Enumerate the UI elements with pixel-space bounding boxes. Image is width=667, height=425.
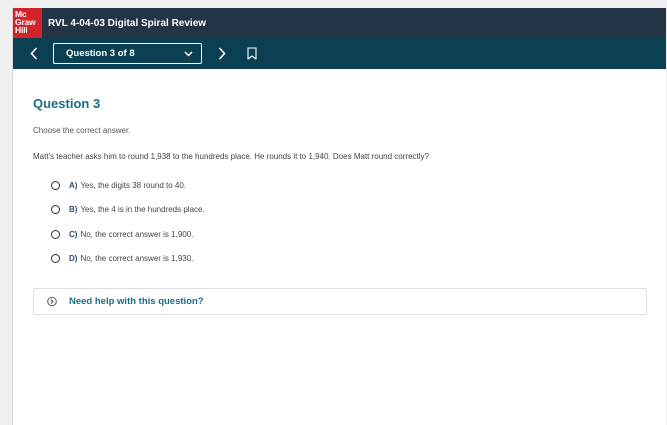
app-frame: Mc Graw Hill RVL 4-04-03 Digital Spiral … — [12, 8, 666, 425]
chevron-right-icon — [218, 47, 226, 60]
bookmark-button[interactable] — [241, 43, 263, 65]
next-question-button[interactable] — [211, 43, 233, 65]
app-header: Mc Graw Hill RVL 4-04-03 Digital Spiral … — [13, 8, 666, 38]
radio-button[interactable] — [51, 254, 60, 263]
option-letter: D) — [69, 254, 78, 263]
option-letter: B) — [69, 205, 78, 214]
question-title: Question 3 — [33, 96, 101, 111]
question-content: Question 3 Choose the correct answer. Ma… — [13, 96, 666, 315]
answer-options: A) Yes, the digits 38 round to 40. B) Ye… — [33, 178, 646, 266]
option-text: Yes, the digits 38 round to 40. — [80, 180, 187, 190]
chevron-down-icon — [184, 50, 193, 57]
question-selector-dropdown[interactable]: Question 3 of 8 — [53, 43, 202, 64]
option-text: Yes, the 4 is in the hundreds place. — [80, 205, 205, 214]
previous-question-button[interactable] — [23, 43, 45, 65]
answer-option-d[interactable]: D) No, the correct answer is 1,930. — [51, 252, 646, 266]
option-text: No, the correct answer is 1,930. — [80, 254, 194, 263]
logo-line-3: Hill — [15, 24, 28, 35]
option-letter: C) — [69, 229, 78, 239]
help-label: Need help with this question? — [69, 295, 204, 307]
radio-button[interactable] — [51, 205, 60, 214]
answer-option-a[interactable]: A) Yes, the digits 38 round to 40. — [51, 178, 646, 192]
question-selector-value: Question 3 of 8 — [66, 48, 135, 59]
question-instruction: Choose the correct answer. — [33, 126, 131, 135]
mcgraw-hill-logo: Mc Graw Hill — [13, 8, 42, 38]
assignment-title: RVL 4-04-03 Digital Spiral Review — [48, 17, 207, 29]
radio-button[interactable] — [51, 180, 60, 190]
answer-option-b[interactable]: B) Yes, the 4 is in the hundreds place. — [51, 203, 646, 217]
bookmark-icon — [247, 47, 257, 60]
question-prompt: Matt's teacher asks him to round 1,938 t… — [33, 152, 429, 161]
answer-option-c[interactable]: C) No, the correct answer is 1,900. — [51, 227, 646, 241]
option-text: No, the correct answer is 1,900. — [80, 229, 194, 239]
circle-chevron-right-icon — [47, 296, 57, 306]
option-letter: A) — [69, 180, 78, 190]
help-accordion[interactable]: Need help with this question? — [33, 287, 647, 315]
chevron-left-icon — [30, 47, 38, 60]
question-navigation-bar: Question 3 of 8 — [13, 38, 666, 69]
radio-button[interactable] — [51, 229, 60, 239]
